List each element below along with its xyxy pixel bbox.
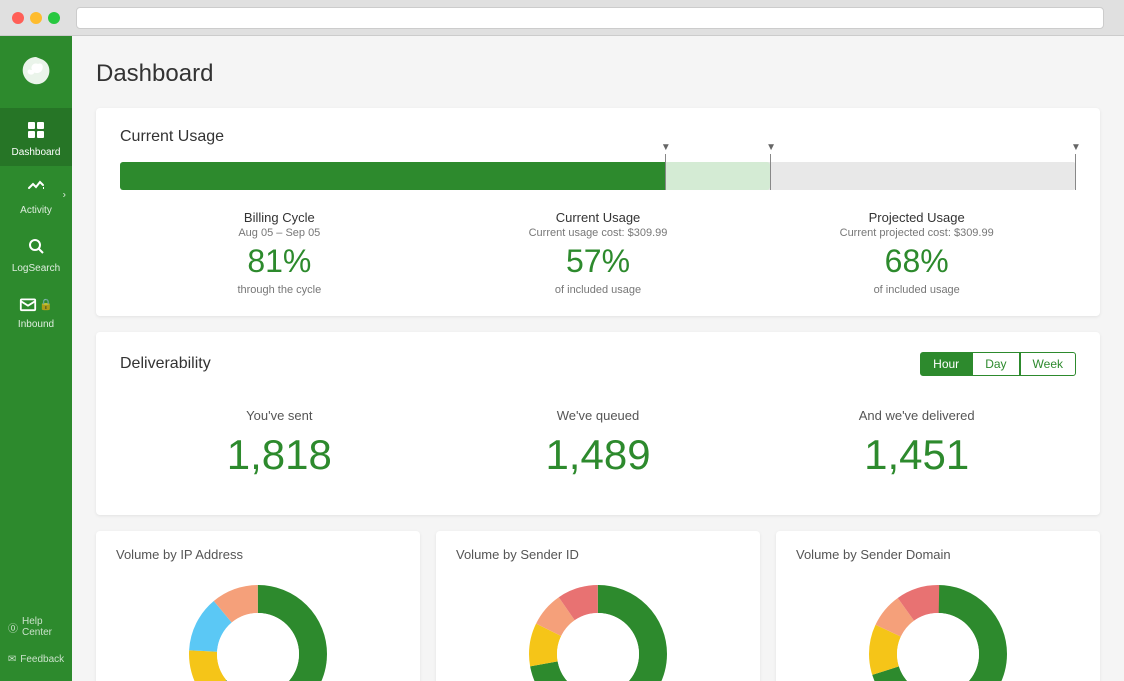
feedback-icon: ✉ bbox=[8, 654, 16, 665]
volume-sender-domain-title: Volume by Sender Domain bbox=[796, 547, 1080, 562]
dot-yellow bbox=[30, 12, 42, 24]
deliv-metric-queued: We've queued 1,489 bbox=[439, 408, 758, 479]
deliverability-title: Deliverability bbox=[120, 355, 211, 373]
sidebar-label-dashboard: Dashboard bbox=[12, 147, 61, 158]
current-usage-sublabel: Current usage cost: $309.99 bbox=[439, 227, 758, 239]
deliv-label-sent: You've sent bbox=[120, 408, 439, 423]
donut-ip bbox=[116, 574, 400, 681]
time-btn-week[interactable]: Week bbox=[1020, 352, 1076, 376]
current-usage-title: Current Usage bbox=[120, 128, 1076, 146]
usage-bar-track: ▼ ▼ ▼ bbox=[120, 162, 1076, 190]
inbound-wrapper: 🔒 bbox=[19, 294, 53, 315]
sidebar: Dashboard Activity › bbox=[0, 36, 72, 681]
deliverability-header: Deliverability Hour Day Week bbox=[120, 352, 1076, 376]
sidebar-label-activity: Activity bbox=[20, 205, 52, 216]
dot-green bbox=[48, 12, 60, 24]
deliv-value-sent: 1,818 bbox=[120, 431, 439, 479]
donut-sender-domain bbox=[796, 574, 1080, 681]
projected-usage-sublabel: Current projected cost: $309.99 bbox=[757, 227, 1076, 239]
deliverability-metrics: You've sent 1,818 We've queued 1,489 And… bbox=[120, 392, 1076, 495]
logsearch-icon bbox=[26, 236, 46, 259]
current-usage-desc: of included usage bbox=[439, 284, 758, 296]
current-usage-card: Current Usage ▼ ▼ bbox=[96, 108, 1100, 316]
deliv-value-delivered: 1,451 bbox=[757, 431, 1076, 479]
metric-billing-cycle: Billing Cycle Aug 05 – Sep 05 81% throug… bbox=[120, 210, 439, 296]
browser-address-bar[interactable] bbox=[76, 7, 1104, 29]
activity-icon bbox=[26, 178, 46, 201]
app-container: Dashboard Activity › bbox=[0, 36, 1124, 681]
deliv-label-queued: We've queued bbox=[439, 408, 758, 423]
metric-projected-usage: Projected Usage Current projected cost: … bbox=[757, 210, 1076, 296]
marker-68: ▼ bbox=[770, 154, 771, 190]
help-label: Help Center bbox=[22, 616, 64, 638]
donut-sender-domain-svg bbox=[863, 579, 1013, 681]
marker-100: ▼ bbox=[1075, 154, 1076, 190]
app-logo-icon bbox=[16, 52, 56, 92]
projected-usage-value: 68% bbox=[757, 243, 1076, 280]
time-toggle: Hour Day Week bbox=[920, 352, 1076, 376]
volume-sender-id-card: Volume by Sender ID bbox=[436, 531, 760, 681]
sidebar-label-inbound: Inbound bbox=[18, 319, 54, 330]
billing-cycle-label: Billing Cycle bbox=[120, 210, 439, 225]
current-usage-value: 57% bbox=[439, 243, 758, 280]
time-btn-hour[interactable]: Hour bbox=[920, 352, 972, 376]
deliv-metric-delivered: And we've delivered 1,451 bbox=[757, 408, 1076, 479]
inbound-icon bbox=[19, 294, 37, 315]
usage-bar-main bbox=[120, 162, 665, 190]
sidebar-nav: Dashboard Activity › bbox=[0, 108, 72, 338]
sidebar-item-logsearch[interactable]: LogSearch bbox=[0, 224, 72, 282]
sidebar-logo bbox=[0, 36, 72, 108]
lock-icon: 🔒 bbox=[39, 298, 53, 311]
current-usage-label: Current Usage bbox=[439, 210, 758, 225]
deliverability-card: Deliverability Hour Day Week You've sent… bbox=[96, 332, 1100, 515]
donut-sender-id-svg bbox=[523, 579, 673, 681]
sidebar-item-dashboard[interactable]: Dashboard bbox=[0, 108, 72, 166]
volume-sender-domain-card: Volume by Sender Domain bbox=[776, 531, 1100, 681]
sidebar-item-activity[interactable]: Activity › bbox=[0, 166, 72, 224]
marker-57: ▼ bbox=[665, 154, 666, 190]
projected-usage-label: Projected Usage bbox=[757, 210, 1076, 225]
volume-ip-title: Volume by IP Address bbox=[116, 547, 400, 562]
time-btn-day[interactable]: Day bbox=[972, 352, 1019, 376]
billing-cycle-value: 81% bbox=[120, 243, 439, 280]
main-content: Dashboard Current Usage ▼ ▼ bbox=[72, 36, 1124, 681]
deliv-value-queued: 1,489 bbox=[439, 431, 758, 479]
sidebar-label-logsearch: LogSearch bbox=[12, 263, 60, 274]
dashboard-icon bbox=[26, 120, 46, 143]
volume-sender-id-title: Volume by Sender ID bbox=[456, 547, 740, 562]
metric-current-usage: Current Usage Current usage cost: $309.9… bbox=[439, 210, 758, 296]
dot-red bbox=[12, 12, 24, 24]
sidebar-bottom-feedback[interactable]: ✉ Feedback bbox=[0, 650, 72, 669]
usage-bar-container: ▼ ▼ ▼ bbox=[120, 162, 1076, 190]
sidebar-bottom: ⓪ Help Center ✉ Feedback bbox=[0, 612, 72, 681]
projected-usage-desc: of included usage bbox=[757, 284, 1076, 296]
feedback-label: Feedback bbox=[20, 654, 64, 665]
donut-ip-svg bbox=[183, 579, 333, 681]
browser-chrome bbox=[0, 0, 1124, 36]
sidebar-item-inbound[interactable]: 🔒 Inbound bbox=[0, 282, 72, 338]
volume-ip-card: Volume by IP Address bbox=[96, 531, 420, 681]
billing-cycle-desc: through the cycle bbox=[120, 284, 439, 296]
billing-cycle-sublabel: Aug 05 – Sep 05 bbox=[120, 227, 439, 239]
page-title: Dashboard bbox=[96, 60, 1100, 88]
help-icon: ⓪ bbox=[8, 620, 18, 635]
sidebar-bottom-help[interactable]: ⓪ Help Center bbox=[0, 612, 72, 642]
deliv-label-delivered: And we've delivered bbox=[757, 408, 1076, 423]
activity-chevron-icon: › bbox=[63, 190, 66, 201]
donut-sender-id bbox=[456, 574, 740, 681]
usage-metrics: Billing Cycle Aug 05 – Sep 05 81% throug… bbox=[120, 210, 1076, 296]
bottom-cards: Volume by IP Address bbox=[96, 531, 1100, 681]
deliv-metric-sent: You've sent 1,818 bbox=[120, 408, 439, 479]
browser-dots bbox=[12, 12, 60, 24]
